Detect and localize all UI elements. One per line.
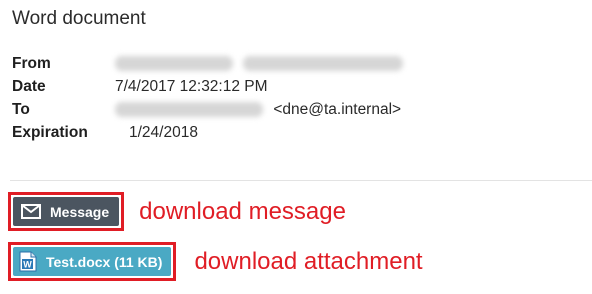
from-label: From — [12, 55, 51, 72]
expiration-value: 1/24/2018 — [129, 124, 198, 141]
download-attachment-button[interactable]: W Test.docx (11 KB) — [13, 247, 172, 276]
to-value: <dne@ta.internal> — [115, 98, 401, 121]
svg-text:W: W — [23, 260, 32, 270]
from-value-redacted — [115, 52, 404, 75]
attachment-button-label: Test.docx (11 KB) — [46, 253, 163, 270]
date-value: 7/4/2017 12:32:12 PM — [115, 78, 268, 95]
to-email: <dne@ta.internal> — [273, 101, 402, 118]
message-highlight-box: Message — [8, 192, 125, 231]
email-subject-title: Word document — [12, 8, 146, 29]
message-button-label: Message — [50, 203, 110, 220]
expiration-label: Expiration — [12, 124, 88, 141]
envelope-icon — [21, 204, 41, 219]
to-label: To — [12, 101, 30, 118]
divider — [10, 180, 592, 181]
to-name-redacted — [115, 102, 263, 118]
word-document-icon: W — [19, 251, 37, 272]
attachment-highlight-box: W Test.docx (11 KB) — [8, 242, 177, 281]
download-message-annotation: download message — [139, 197, 346, 225]
date-label: Date — [12, 78, 46, 95]
download-attachment-annotation: download attachment — [194, 247, 423, 275]
download-attachment-row: W Test.docx (11 KB) download attachment — [8, 242, 423, 281]
download-message-button[interactable]: Message — [13, 197, 120, 226]
download-message-row: Message download message — [8, 192, 346, 231]
